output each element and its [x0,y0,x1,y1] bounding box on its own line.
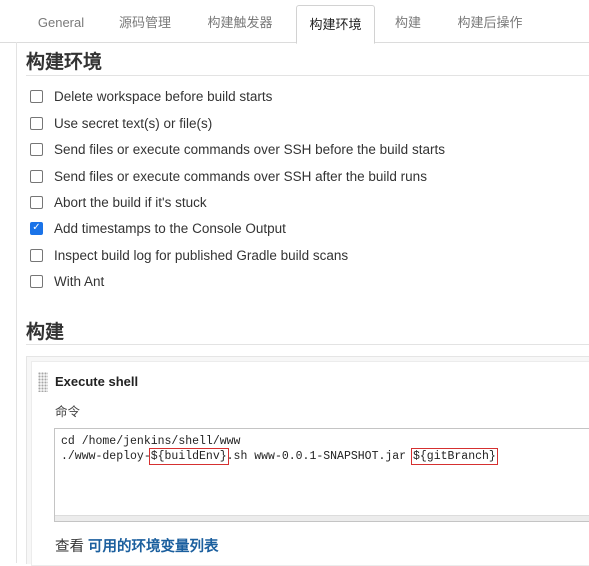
highlighted-variable-git-branch: ${gitBranch} [410,448,498,465]
option-label: Send files or execute commands over SSH … [54,168,427,184]
checkbox[interactable] [30,169,43,183]
tab-post-build-actions[interactable]: 构建后操作 [443,0,537,42]
option-label: Delete workspace before build starts [54,88,273,104]
code-text: ./www-deploy- [61,450,151,463]
option-label: Inspect build log for published Gradle b… [54,247,349,263]
option-label: Abort the build if it's stuck [54,194,207,210]
option-label: Send files or execute commands over SSH … [54,141,445,157]
env-vars-footer: 查看 可用的环境变量列表 [55,535,219,556]
tab-build[interactable]: 构建 [383,0,433,42]
option-ssh-before: Send files or execute commands over SSH … [30,140,445,158]
checkbox[interactable] [30,248,43,262]
checkbox[interactable] [30,116,43,130]
checkmark-icon: ✓ [32,222,41,233]
command-label: 命令 [55,405,81,419]
code-line-2: ./www-deploy-${buildEnv}.sh www-0.0.1-SN… [61,448,498,465]
build-step-title: Execute shell [55,374,139,389]
footer-prefix: 查看 [55,539,84,555]
tab-source-control[interactable]: 源码管理 [106,0,184,42]
command-textarea[interactable]: cd /home/jenkins/shell/www ./www-deploy-… [54,428,589,522]
option-gradle-scans: Inspect build log for published Gradle b… [30,246,348,264]
code-line-1: cd /home/jenkins/shell/www [61,435,241,448]
section-divider [26,344,589,345]
option-add-timestamps: ✓ Add timestamps to the Console Output [30,219,286,237]
section-title-build-environment: 构建环境 [26,52,103,73]
code-text: .sh www-0.0.1-SNAPSHOT.jar [226,450,413,463]
textarea-resize-bar[interactable] [55,515,589,521]
build-step-card: Execute shell 命令 cd /home/jenkins/shell/… [26,356,589,566]
option-label: Add timestamps to the Console Output [54,220,286,236]
section-title-build: 构建 [26,322,65,343]
checkbox[interactable] [30,89,43,103]
option-abort-stuck: Abort the build if it's stuck [30,193,207,211]
checkbox-checked[interactable]: ✓ [30,221,43,235]
option-ssh-after: Send files or execute commands over SSH … [30,167,427,185]
checkbox[interactable] [30,195,43,209]
checkbox[interactable] [30,274,43,288]
option-delete-workspace: Delete workspace before build starts [30,87,272,105]
env-vars-link[interactable]: 可用的环境变量列表 [88,539,219,555]
option-label: With Ant [54,273,105,289]
build-step-panel: Execute shell 命令 cd /home/jenkins/shell/… [31,361,589,566]
section-divider [26,75,589,76]
highlighted-variable-build-env: ${buildEnv} [148,448,229,465]
tab-bar: General 源码管理 构建触发器 构建环境 构建 构建后操作 [0,0,589,44]
option-with-ant: With Ant [30,272,104,290]
tab-build-environment[interactable]: 构建环境 [296,5,375,44]
tab-general[interactable]: General [26,0,96,42]
checkbox[interactable] [30,142,43,156]
option-label: Use secret text(s) or file(s) [54,115,213,131]
tab-build-triggers[interactable]: 构建触发器 [193,0,287,42]
option-use-secret: Use secret text(s) or file(s) [30,114,212,132]
drag-handle-icon[interactable] [38,372,48,392]
content-left-border [16,42,17,563]
